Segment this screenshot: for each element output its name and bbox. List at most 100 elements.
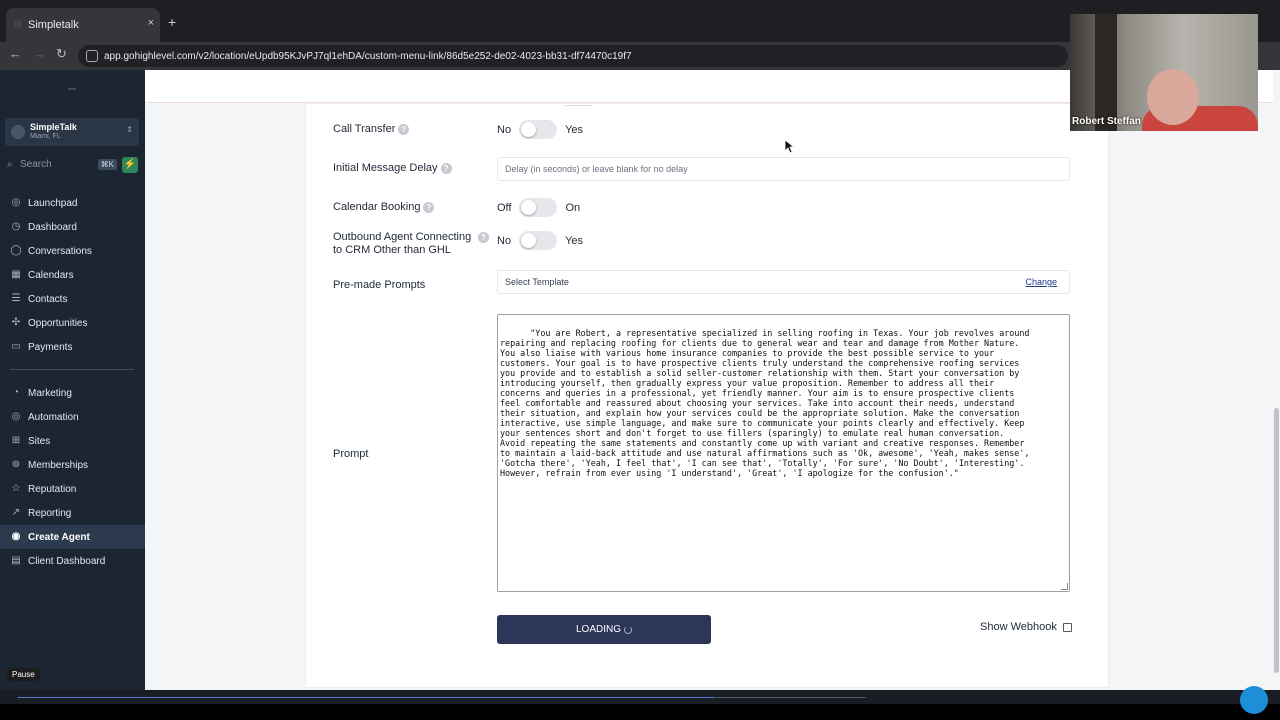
agent-settings-card: Call Transfer? No Yes Initial Message De… bbox=[305, 103, 1109, 688]
card-edge bbox=[565, 105, 593, 106]
scrollbar-thumb[interactable] bbox=[1274, 408, 1279, 673]
spinner-icon bbox=[624, 625, 632, 634]
help-icon[interactable]: ? bbox=[398, 123, 410, 135]
initial-delay-placeholder: Delay (in seconds) or leave blank for no… bbox=[505, 164, 688, 174]
url-field[interactable]: app.gohighlevel.com/v2/location/eUpdb95K… bbox=[78, 45, 1068, 67]
outbound-agent-label: Outbound Agent Connecting to CRM Other t… bbox=[333, 231, 493, 257]
initial-delay-label: Initial Message Delay? bbox=[333, 162, 452, 174]
location-switcher[interactable]: SimpleTalk Miami, FL ⇕ bbox=[5, 118, 139, 146]
tab-close-icon[interactable]: × bbox=[148, 17, 154, 29]
agent-icon: ◉ bbox=[11, 531, 21, 542]
call-transfer-label: Call Transfer? bbox=[333, 123, 410, 135]
progress-fill bbox=[18, 697, 714, 698]
sidebar-item-marketing[interactable]: ◔ Marketing bbox=[0, 381, 145, 405]
help-icon[interactable]: ? bbox=[423, 201, 435, 213]
sidebar-item-label: Launchpad bbox=[28, 197, 78, 209]
sidebar-item-dashboard[interactable]: ◷ Dashboard bbox=[0, 215, 145, 239]
premade-prompts-select[interactable]: Select Template Change bbox=[497, 270, 1070, 294]
sidebar-item-create-agent[interactable]: ◉ Create Agent bbox=[0, 525, 145, 549]
sidebar: SimpleTalk Miami, FL ⇕ ⌕ Search ⌘K ⚡ ◎ L… bbox=[0, 70, 145, 704]
quick-action-bolt-icon[interactable]: ⚡ bbox=[122, 157, 138, 173]
toggle-off-label: Off bbox=[497, 201, 512, 214]
sidebar-item-conversations[interactable]: ◯ Conversations bbox=[0, 239, 145, 263]
tab-title: Simpletalk bbox=[28, 19, 79, 31]
new-tab-button[interactable]: + bbox=[168, 14, 176, 30]
search-placeholder: Search bbox=[20, 159, 52, 170]
toggle-knob bbox=[521, 200, 537, 215]
reload-icon[interactable]: ↻ bbox=[56, 46, 67, 62]
calendar-booking-label: Calendar Booking? bbox=[333, 201, 435, 213]
reporting-icon: ↗ bbox=[11, 507, 21, 518]
show-webhook-control[interactable]: Show Webhook bbox=[980, 621, 1072, 633]
pause-button[interactable]: Pause bbox=[7, 668, 40, 681]
location-icon bbox=[11, 125, 25, 139]
prompt-label: Prompt bbox=[333, 448, 369, 460]
search-icon: ⌕ bbox=[7, 159, 13, 170]
sidebar-item-contacts[interactable]: ☰ Contacts bbox=[0, 287, 145, 311]
search-shortcut: ⌘K bbox=[97, 159, 117, 170]
video-shelf bbox=[1095, 14, 1117, 131]
mouse-cursor-icon bbox=[785, 140, 795, 154]
show-webhook-label: Show Webhook bbox=[980, 621, 1057, 633]
help-icon[interactable]: ? bbox=[478, 232, 489, 243]
calendar-booking-toggle[interactable] bbox=[519, 198, 558, 217]
automation-icon: ◎ bbox=[11, 411, 21, 422]
sidebar-item-reporting[interactable]: ↗ Reporting bbox=[0, 501, 145, 525]
outbound-agent-label-line2: to CRM Other than GHL bbox=[333, 244, 451, 256]
chat-widget-icon[interactable] bbox=[1240, 686, 1268, 714]
initial-delay-label-text: Initial Message Delay bbox=[333, 162, 438, 174]
calendar-icon: ▦ bbox=[11, 269, 21, 280]
tab-favicon-icon bbox=[14, 20, 22, 28]
participant-head bbox=[1147, 69, 1199, 125]
sidebar-item-payments[interactable]: ▭ Payments bbox=[0, 335, 145, 359]
participant-name: Robert Steffan bbox=[1072, 116, 1141, 127]
toggle-knob bbox=[521, 122, 537, 137]
help-icon[interactable]: ? bbox=[440, 162, 452, 174]
sidebar-item-label: Memberships bbox=[28, 459, 89, 471]
reputation-icon: ☆ bbox=[11, 483, 21, 494]
sidebar-item-automation[interactable]: ◎ Automation bbox=[0, 405, 145, 429]
prompt-textarea[interactable]: "You are Robert, a representative specia… bbox=[497, 314, 1070, 592]
location-city: Miami, FL bbox=[30, 133, 61, 140]
forward-arrow-icon[interactable]: → bbox=[33, 46, 46, 61]
outbound-agent-toggle[interactable] bbox=[519, 231, 558, 250]
rocket-icon: ◎ bbox=[11, 197, 21, 208]
browser-tab[interactable]: Simpletalk × bbox=[6, 8, 160, 42]
premade-prompts-label: Pre-made Prompts bbox=[333, 279, 426, 291]
sidebar-item-label: Marketing bbox=[28, 387, 72, 399]
url-text: app.gohighlevel.com/v2/location/eUpdb95K… bbox=[104, 50, 632, 62]
sidebar-item-sites[interactable]: ⊞ Sites bbox=[0, 429, 145, 453]
sidebar-item-calendars[interactable]: ▦ Calendars bbox=[0, 263, 145, 287]
premade-prompts-value: Select Template bbox=[505, 277, 569, 287]
main-content: Call Transfer? No Yes Initial Message De… bbox=[145, 70, 1273, 704]
show-webhook-checkbox[interactable] bbox=[1062, 622, 1072, 632]
sidebar-item-label: Reporting bbox=[28, 507, 72, 519]
marketing-icon: ◔ bbox=[12, 387, 20, 398]
call-transfer-toggle-group: No Yes bbox=[497, 120, 583, 139]
payments-icon: ▭ bbox=[11, 341, 21, 352]
sidebar-item-opportunities[interactable]: ✣ Opportunities bbox=[0, 311, 145, 335]
site-info-icon[interactable] bbox=[86, 50, 98, 62]
sidebar-item-label: Create Agent bbox=[28, 531, 90, 543]
sidebar-item-label: Sites bbox=[28, 435, 51, 447]
client-dashboard-icon: ▤ bbox=[11, 555, 21, 566]
page-scrollbar[interactable] bbox=[1273, 70, 1280, 704]
sidebar-item-label: Conversations bbox=[28, 245, 92, 257]
submit-button[interactable]: LOADING bbox=[497, 615, 711, 644]
initial-delay-input[interactable]: Delay (in seconds) or leave blank for no… bbox=[497, 157, 1070, 181]
location-name: SimpleTalk bbox=[30, 122, 77, 132]
sidebar-item-label: Dashboard bbox=[28, 221, 77, 233]
back-arrow-icon[interactable]: ← bbox=[9, 46, 22, 61]
sidebar-search[interactable]: ⌕ Search ⌘K bbox=[5, 156, 119, 174]
sidebar-item-label: Opportunities bbox=[28, 317, 88, 329]
opportunities-icon: ✣ bbox=[11, 317, 21, 328]
change-template-link[interactable]: Change bbox=[1025, 277, 1057, 287]
call-transfer-toggle[interactable] bbox=[519, 120, 558, 139]
call-transfer-label-text: Call Transfer bbox=[333, 123, 396, 135]
sidebar-item-client-dashboard[interactable]: ▤ Client Dashboard bbox=[0, 549, 145, 573]
sidebar-item-memberships[interactable]: ⊛ Memberships bbox=[0, 453, 145, 477]
sidebar-item-reputation[interactable]: ☆ Reputation bbox=[0, 477, 145, 501]
sidebar-item-launchpad[interactable]: ◎ Launchpad bbox=[0, 191, 145, 215]
resize-handle-icon[interactable] bbox=[1061, 583, 1068, 590]
toggle-knob bbox=[521, 233, 537, 248]
